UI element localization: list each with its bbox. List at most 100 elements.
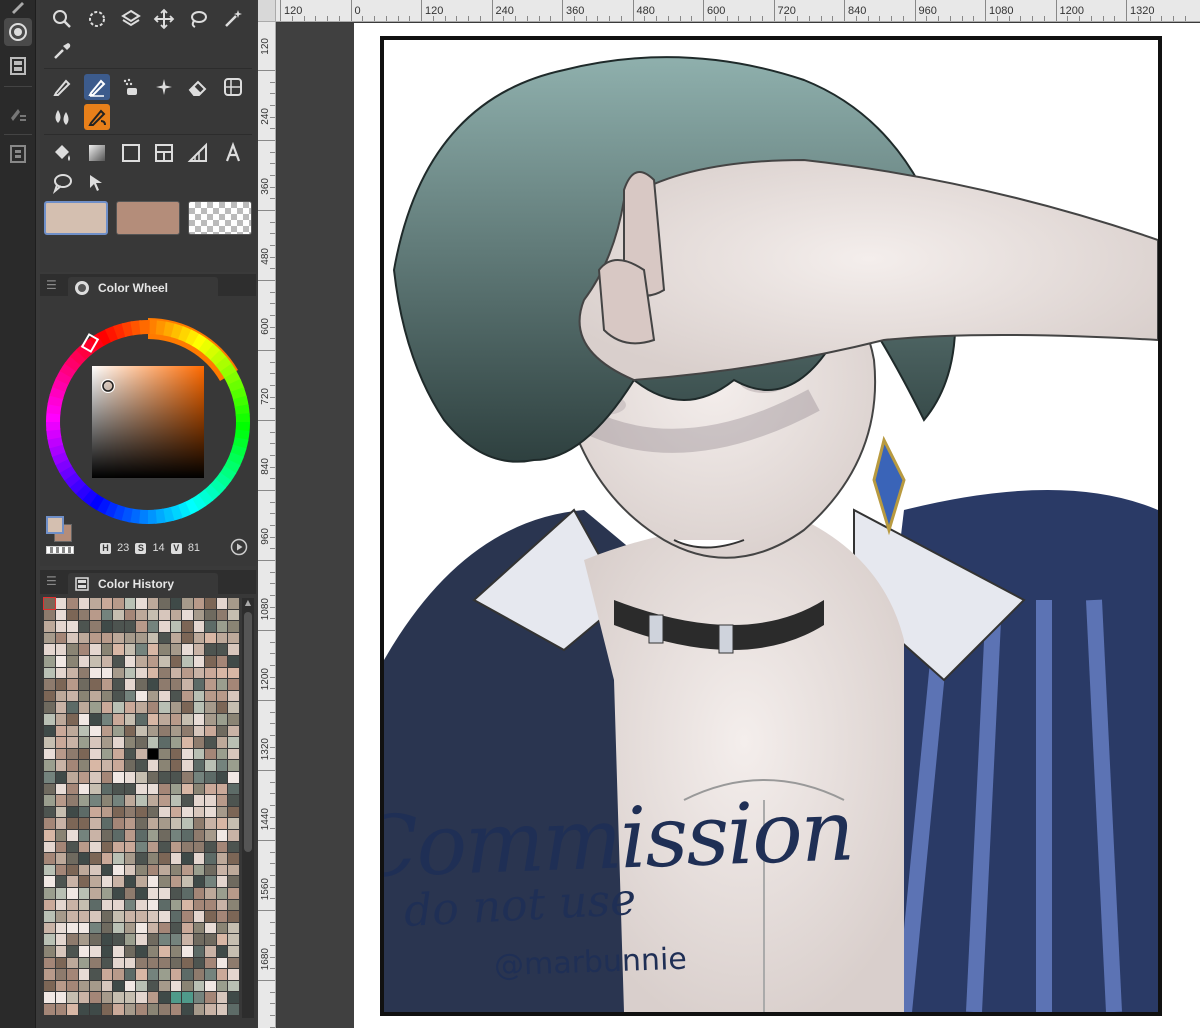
layer-move-icon[interactable] (118, 6, 144, 32)
color-history-swatch[interactable] (90, 830, 101, 841)
color-history-swatch[interactable] (182, 690, 193, 702)
color-history-swatch[interactable] (90, 969, 101, 980)
color-history-swatch[interactable] (159, 969, 170, 980)
color-history-swatch[interactable] (101, 795, 112, 806)
color-history-swatch[interactable] (55, 656, 66, 667)
color-history-swatch[interactable] (182, 772, 193, 783)
color-history-swatch[interactable] (182, 725, 193, 737)
color-history-swatch[interactable] (90, 609, 101, 621)
color-history-swatch[interactable] (136, 714, 147, 725)
color-history-swatch[interactable] (113, 957, 124, 969)
color-history-swatch[interactable] (136, 632, 147, 644)
color-history-swatch[interactable] (228, 888, 239, 899)
color-history-swatch[interactable] (136, 911, 147, 922)
color-history-swatch[interactable] (205, 934, 216, 945)
color-history-swatch[interactable] (113, 992, 124, 1003)
color-history-swatch[interactable] (113, 899, 124, 911)
color-history-swatch[interactable] (44, 922, 55, 934)
color-history-swatch[interactable] (182, 806, 193, 818)
color-history-swatch[interactable] (90, 795, 101, 806)
color-history-swatch[interactable] (55, 632, 66, 644)
color-history-swatch[interactable] (67, 702, 78, 713)
color-history-swatch[interactable] (136, 806, 147, 818)
color-history-swatch[interactable] (193, 679, 204, 690)
color-history-swatch[interactable] (136, 621, 147, 632)
color-history-swatch[interactable] (228, 980, 239, 992)
color-history-swatch[interactable] (124, 946, 135, 957)
color-history-swatch[interactable] (205, 783, 216, 795)
color-history-swatch[interactable] (67, 690, 78, 702)
color-history-swatch[interactable] (113, 656, 124, 667)
color-history-swatch[interactable] (159, 899, 170, 911)
color-history-swatch[interactable] (67, 667, 78, 679)
color-history-swatch[interactable] (170, 795, 181, 806)
color-history-swatch[interactable] (182, 841, 193, 853)
color-history-swatch[interactable] (90, 783, 101, 795)
color-history-swatch[interactable] (55, 621, 66, 632)
color-history-swatch[interactable] (78, 888, 89, 899)
color-history-swatch[interactable] (101, 934, 112, 945)
color-history-swatch[interactable] (124, 888, 135, 899)
color-history-swatch[interactable] (44, 864, 55, 876)
color-history-swatch[interactable] (124, 783, 135, 795)
color-history-swatch[interactable] (216, 667, 227, 679)
color-history-swatch[interactable] (78, 818, 89, 829)
color-history-swatch[interactable] (101, 946, 112, 957)
fill-bucket-icon[interactable] (49, 140, 75, 166)
color-history-swatch[interactable] (90, 946, 101, 957)
color-history-swatch[interactable] (147, 667, 158, 679)
sub-color-swatch[interactable] (116, 201, 180, 235)
color-history-swatch[interactable] (78, 702, 89, 713)
color-history-swatch[interactable] (170, 772, 181, 783)
color-history-swatch[interactable] (44, 667, 55, 679)
color-history-swatch[interactable] (147, 876, 158, 887)
color-history-swatch[interactable] (182, 830, 193, 841)
color-history-swatch[interactable] (182, 946, 193, 957)
color-history-swatch[interactable] (193, 946, 204, 957)
color-history-swatch[interactable] (55, 644, 66, 655)
color-history-swatch[interactable] (113, 772, 124, 783)
color-history-swatch[interactable] (147, 911, 158, 922)
color-history-swatch[interactable] (90, 690, 101, 702)
color-history-swatch[interactable] (78, 795, 89, 806)
move-icon[interactable] (151, 6, 177, 32)
pencil-tool-icon[interactable] (84, 74, 110, 100)
color-history-swatch[interactable] (101, 911, 112, 922)
color-history-swatch[interactable] (216, 888, 227, 899)
color-history-swatch[interactable] (43, 597, 56, 610)
color-history-swatch[interactable] (170, 609, 181, 621)
color-history-swatch[interactable] (216, 818, 227, 829)
color-history-swatch[interactable] (136, 864, 147, 876)
color-history-swatch[interactable] (44, 980, 55, 992)
color-history-swatch[interactable] (124, 714, 135, 725)
color-history-swatch[interactable] (182, 621, 193, 632)
color-history-swatch[interactable] (44, 748, 55, 760)
color-history-swatch[interactable] (170, 899, 181, 911)
color-history-swatch[interactable] (136, 598, 147, 609)
color-history-swatch[interactable] (159, 772, 170, 783)
color-history-swatch[interactable] (44, 992, 55, 1003)
color-history-swatch[interactable] (78, 737, 89, 748)
color-history-swatch[interactable] (124, 818, 135, 829)
color-history-swatch[interactable] (216, 772, 227, 783)
color-history-swatch[interactable] (228, 911, 239, 922)
color-history-swatch[interactable] (78, 830, 89, 841)
color-history-swatch[interactable] (228, 783, 239, 795)
color-history-swatch[interactable] (147, 737, 158, 748)
color-history-swatch[interactable] (101, 679, 112, 690)
color-history-swatch[interactable] (193, 772, 204, 783)
color-history-swatch[interactable] (136, 667, 147, 679)
color-history-swatch[interactable] (124, 702, 135, 713)
color-history-swatch[interactable] (170, 714, 181, 725)
color-history-swatch[interactable] (205, 864, 216, 876)
color-history-swatch[interactable] (170, 783, 181, 795)
color-history-swatch[interactable] (205, 725, 216, 737)
color-history-swatch[interactable] (216, 656, 227, 667)
color-history-swatch[interactable] (170, 922, 181, 934)
color-history-swatch[interactable] (136, 679, 147, 690)
color-history-swatch[interactable] (170, 806, 181, 818)
color-history-swatch[interactable] (193, 806, 204, 818)
color-history-swatch[interactable] (113, 644, 124, 655)
color-history-swatch[interactable] (216, 992, 227, 1003)
color-history-swatch[interactable] (90, 656, 101, 667)
